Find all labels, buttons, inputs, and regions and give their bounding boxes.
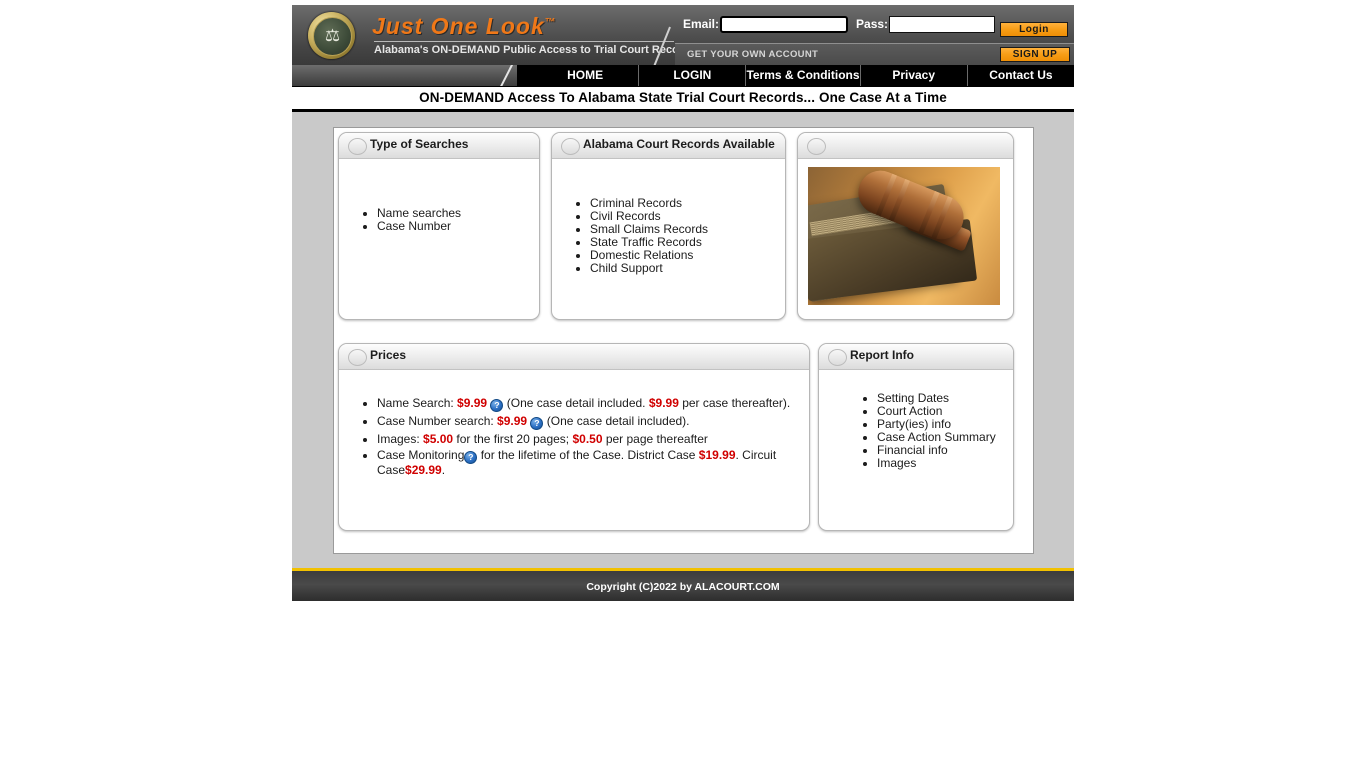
get-account-label: GET YOUR OWN ACCOUNT: [687, 49, 819, 60]
panel-knob-icon: [828, 349, 847, 366]
panel-title: Prices: [370, 348, 407, 362]
site-page: ⚖ Just One Look™ Alabama's ON-DEMAND Pub…: [292, 5, 1074, 601]
help-icon[interactable]: ?: [530, 417, 544, 430]
gavel-on-law-books-photo: [808, 167, 1000, 305]
login-area: Email: Pass: Login GET YOUR OWN ACCOUNT …: [675, 5, 1074, 65]
brand-title: Just One Look™: [372, 13, 556, 39]
page-body: Type of Searches Name searches Case Numb…: [292, 112, 1074, 568]
panel-prices: Prices Name Search: $9.99 ? (One case de…: [338, 343, 810, 531]
panel-knob-icon: [348, 138, 367, 155]
price-label: Case Monitoring: [377, 448, 465, 462]
nav-item-login[interactable]: LOGIN: [639, 65, 747, 86]
list-item-name-search: Name Search: $9.99 ? (One case detail in…: [377, 397, 799, 412]
panel-body: Name Search: $9.99 ? (One case detail in…: [339, 397, 799, 480]
panel-knob-icon: [348, 349, 367, 366]
nav-item-contact-us[interactable]: Contact Us: [968, 65, 1074, 86]
tagline-banner: ON-DEMAND Access To Alabama State Trial …: [292, 86, 1074, 112]
panel-type-of-searches: Type of Searches Name searches Case Numb…: [338, 132, 540, 320]
main-navigation: HOME LOGIN Terms & Conditions Privacy Co…: [292, 65, 1074, 86]
price-value: $9.99: [648, 396, 679, 410]
report-info-list: Setting Dates Court Action Party(ies) in…: [859, 392, 996, 470]
nav-item-list: HOME LOGIN Terms & Conditions Privacy Co…: [532, 65, 1074, 86]
panel-knob-icon: [807, 138, 826, 155]
login-button[interactable]: Login: [1000, 22, 1068, 37]
nav-item-terms-conditions[interactable]: Terms & Conditions: [746, 65, 861, 86]
price-label: Name Search:: [377, 396, 458, 410]
panel-title: Report Info: [850, 348, 914, 362]
list-item-case-number-search: Case Number search: $9.99 ? (One case de…: [377, 415, 799, 430]
panel-knob-icon: [561, 138, 580, 155]
site-header: ⚖ Just One Look™ Alabama's ON-DEMAND Pub…: [292, 5, 1074, 65]
panel-report-info: Report Info Setting Dates Court Action P…: [818, 343, 1014, 531]
panel-gavel-image: [797, 132, 1014, 320]
content-container: Type of Searches Name searches Case Numb…: [333, 127, 1034, 554]
nav-left-panel: [292, 65, 517, 86]
signup-button[interactable]: SIGN UP: [1000, 47, 1070, 62]
price-value: $9.99: [497, 414, 528, 428]
price-note: (One case detail included.: [503, 396, 649, 410]
signup-row: GET YOUR OWN ACCOUNT SIGN UP: [675, 43, 1074, 65]
panel-header: [798, 133, 1013, 159]
search-types-list: Name searches Case Number: [339, 207, 461, 233]
trademark-mark: ™: [544, 16, 556, 29]
list-item: Images: [877, 457, 996, 470]
price-note: for the lifetime of the Case. District C…: [477, 448, 699, 462]
price-note: .: [441, 463, 446, 477]
list-item-images: Images: $5.00 for the first 20 pages; $0…: [377, 433, 799, 446]
help-icon[interactable]: ?: [490, 399, 504, 412]
list-item: Case Number: [377, 220, 461, 233]
prices-list: Name Search: $9.99 ? (One case detail in…: [339, 397, 799, 477]
brand-divider: [374, 41, 674, 42]
price-label: Case Number search:: [377, 414, 498, 428]
price-value: $19.99: [698, 448, 736, 462]
price-value: $5.00: [423, 432, 454, 446]
price-note: for the first 20 pages;: [453, 432, 573, 446]
panel-header: Prices: [339, 344, 809, 370]
login-row: Email: Pass: Login: [675, 5, 1074, 43]
list-item: Child Support: [590, 262, 708, 275]
help-icon[interactable]: ?: [464, 451, 478, 464]
brand-subtitle: Alabama's ON-DEMAND Public Access to Tri…: [374, 44, 696, 56]
price-value: $0.50: [572, 432, 603, 446]
scales-of-justice-seal-icon: ⚖: [308, 12, 355, 59]
site-footer: Copyright (C)2022 by ALACOURT.COM: [292, 568, 1074, 601]
panel-header: Type of Searches: [339, 133, 539, 159]
price-label: Images:: [377, 432, 424, 446]
panel-body: Setting Dates Court Action Party(ies) in…: [859, 392, 996, 470]
list-item-case-monitoring: Case Monitoring? for the lifetime of the…: [377, 449, 799, 477]
email-input[interactable]: [720, 15, 849, 33]
price-value: $9.99: [457, 396, 488, 410]
password-label: Pass:: [856, 17, 889, 31]
panel-header: Alabama Court Records Available: [552, 133, 785, 159]
price-value: $29.99: [405, 463, 442, 477]
header-brand-area: ⚖ Just One Look™ Alabama's ON-DEMAND Pub…: [292, 5, 696, 65]
panel-header: Report Info: [819, 344, 1013, 370]
price-note: per case thereafter).: [678, 396, 791, 410]
price-note: (One case detail included).: [543, 414, 690, 428]
panel-court-records-available: Alabama Court Records Available Criminal…: [551, 132, 786, 320]
nav-item-home[interactable]: HOME: [532, 65, 640, 86]
panel-body: Name searches Case Number: [339, 207, 461, 233]
records-list: Criminal Records Civil Records Small Cla…: [552, 197, 708, 275]
panel-body: Criminal Records Civil Records Small Cla…: [552, 197, 708, 275]
nav-item-privacy[interactable]: Privacy: [861, 65, 968, 86]
email-label: Email:: [683, 17, 720, 31]
brand-block: Just One Look™ Alabama's ON-DEMAND Publi…: [372, 13, 696, 56]
password-input[interactable]: [889, 15, 996, 33]
panel-title: Type of Searches: [370, 137, 469, 151]
price-note: per page thereafter: [602, 432, 708, 446]
panel-title: Alabama Court Records Available: [583, 137, 775, 151]
